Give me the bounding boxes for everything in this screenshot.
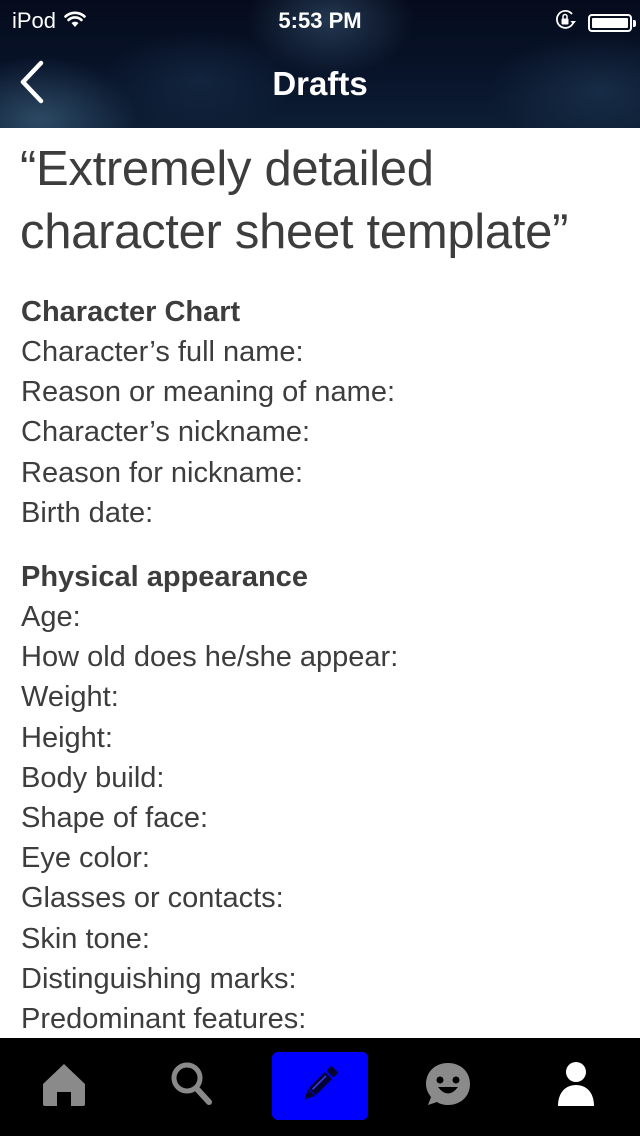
- tab-write[interactable]: [272, 1052, 368, 1120]
- field-line: Weight:: [21, 681, 119, 714]
- battery-tip: [633, 20, 636, 27]
- field-line: Skin tone:: [21, 922, 150, 955]
- section-physical-appearance: Physical appearance Age: How old does he…: [21, 557, 640, 1038]
- home-icon: [41, 1062, 87, 1111]
- field-line: Character’s nickname:: [21, 416, 311, 449]
- pencil-icon: [297, 1061, 343, 1112]
- battery-level: [592, 18, 628, 28]
- field-line: Glasses or contacts:: [21, 882, 284, 915]
- field-line: Reason for nickname:: [21, 456, 304, 489]
- search-icon: [169, 1060, 215, 1113]
- nav-bar: Drafts: [0, 40, 640, 128]
- tab-chat[interactable]: [400, 1052, 496, 1120]
- battery-icon: [588, 14, 636, 32]
- field-line: Eye color:: [21, 842, 150, 875]
- section-heading: Character Chart: [21, 296, 241, 328]
- field-line: Reason or meaning of name:: [21, 376, 395, 409]
- status-right: [554, 9, 636, 37]
- field-line: Predominant features:: [21, 1003, 307, 1036]
- field-line: Distinguishing marks:: [21, 962, 297, 995]
- section-character-chart: Character Chart Character’s full name: R…: [21, 292, 640, 533]
- chat-smiley-icon: [424, 1060, 472, 1113]
- field-line: Birth date:: [21, 496, 154, 529]
- field-line: Height:: [21, 721, 113, 754]
- tab-search[interactable]: [144, 1052, 240, 1120]
- section-heading: Physical appearance: [21, 561, 308, 594]
- field-line: How old does he/she appear:: [21, 641, 399, 674]
- field-line: Body build:: [21, 761, 165, 794]
- status-bar: iPod 5:53 PM: [0, 0, 640, 40]
- field-line: Character’s full name:: [21, 336, 304, 368]
- field-line: Age:: [21, 601, 81, 634]
- field-line: Shape of face:: [21, 802, 209, 835]
- orientation-lock-icon: [554, 9, 578, 37]
- nav-title: Drafts: [272, 65, 368, 102]
- tab-bar: [0, 1038, 640, 1136]
- document-title[interactable]: “Extremely detailed character sheet temp…: [20, 138, 620, 264]
- tab-profile[interactable]: [528, 1052, 624, 1120]
- draft-content[interactable]: “Extremely detailed character sheet temp…: [0, 128, 640, 1038]
- header: iPod 5:53 PM Drafts: [0, 0, 640, 128]
- person-icon: [556, 1060, 596, 1113]
- status-time: 5:53 PM: [278, 8, 362, 33]
- tab-home[interactable]: [16, 1052, 112, 1120]
